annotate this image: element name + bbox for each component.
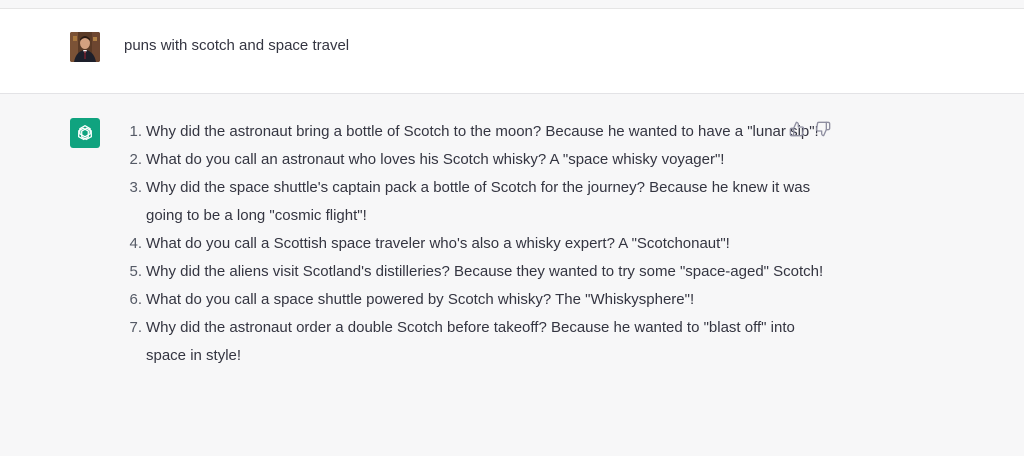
list-item: 4. What do you call a Scottish space tra… bbox=[129, 230, 826, 258]
list-item-text: What do you call a Scottish space travel… bbox=[146, 235, 730, 252]
list-item-number: 2. bbox=[129, 151, 142, 168]
list-item-text: Why did the astronaut bring a bottle of … bbox=[146, 123, 819, 140]
thumbs-up-button[interactable] bbox=[789, 121, 805, 137]
list-item: 7. Why did the astronaut order a double … bbox=[129, 314, 826, 370]
list-item: 2. What do you call an astronaut who lov… bbox=[129, 146, 826, 174]
list-item: 3. Why did the space shuttle's captain p… bbox=[129, 174, 826, 230]
list-item-number: 3. bbox=[129, 179, 142, 196]
list-item: 1. Why did the astronaut bring a bottle … bbox=[129, 118, 826, 146]
thumbs-down-icon bbox=[815, 121, 831, 137]
openai-logo-icon bbox=[70, 118, 100, 148]
user-message-row: puns with scotch and space travel bbox=[0, 9, 1024, 94]
list-item: 6. What do you call a space shuttle powe… bbox=[129, 286, 826, 314]
list-item: 5. Why did the aliens visit Scotland's d… bbox=[129, 258, 826, 286]
thumbs-up-icon bbox=[789, 121, 805, 137]
list-item-text: Why did the astronaut order a double Sco… bbox=[146, 319, 795, 364]
thumbs-down-button[interactable] bbox=[815, 121, 831, 137]
user-message-text: puns with scotch and space travel bbox=[124, 37, 350, 54]
answer-list: 1. Why did the astronaut bring a bottle … bbox=[110, 118, 826, 370]
list-item-number: 1. bbox=[129, 123, 142, 140]
previous-message-edge bbox=[0, 0, 1024, 9]
feedback-buttons bbox=[789, 121, 831, 137]
list-item-number: 7. bbox=[129, 319, 142, 336]
list-item-number: 6. bbox=[129, 291, 142, 308]
list-item-number: 4. bbox=[129, 235, 142, 252]
assistant-message-row: 1. Why did the astronaut bring a bottle … bbox=[0, 94, 1024, 456]
list-item-number: 5. bbox=[129, 263, 142, 280]
list-item-text: What do you call an astronaut who loves … bbox=[146, 151, 725, 168]
list-item-text: Why did the space shuttle's captain pack… bbox=[146, 179, 811, 224]
list-item-text: What do you call a space shuttle powered… bbox=[146, 291, 695, 308]
list-item-text: Why did the aliens visit Scotland's dist… bbox=[146, 263, 824, 280]
user-avatar bbox=[70, 32, 100, 62]
